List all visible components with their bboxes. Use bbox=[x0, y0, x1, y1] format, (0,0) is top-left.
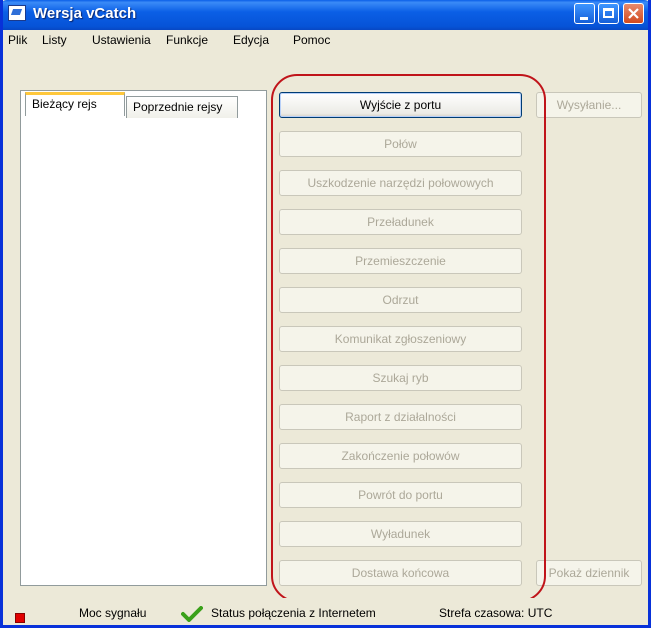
green-check-icon bbox=[181, 606, 203, 622]
notification-message-button[interactable]: Komunikat zgłoszeniowy bbox=[279, 326, 522, 352]
final-delivery-button[interactable]: Dostawa końcowa bbox=[279, 560, 522, 586]
landing-button[interactable]: Wyładunek bbox=[279, 521, 522, 547]
search-fish-button[interactable]: Szukaj ryb bbox=[279, 365, 522, 391]
transshipment-button[interactable]: Przeładunek bbox=[279, 209, 522, 235]
maximize-button[interactable] bbox=[598, 3, 619, 24]
menu-bar: Plik Listy Ustawienia Funkcje Edycja Pom… bbox=[3, 30, 648, 50]
close-icon bbox=[628, 8, 639, 19]
connection-status-label: Status połączenia z Internetem bbox=[211, 606, 376, 620]
close-button[interactable] bbox=[623, 3, 644, 24]
discard-button[interactable]: Odrzut bbox=[279, 287, 522, 313]
activity-report-button[interactable]: Raport z działalności bbox=[279, 404, 522, 430]
gear-damage-button[interactable]: Uszkodzenie narzędzi połowowych bbox=[279, 170, 522, 196]
minimize-button[interactable] bbox=[574, 3, 595, 24]
menu-edycja[interactable]: Edycja bbox=[233, 33, 269, 47]
window-title: Wersja vCatch bbox=[33, 5, 137, 22]
menu-listy[interactable]: Listy bbox=[42, 33, 67, 47]
relocation-button[interactable]: Przemieszczenie bbox=[279, 248, 522, 274]
app-window: Wersja vCatch Plik Listy Ustawienia Funk… bbox=[0, 0, 651, 628]
menu-plik[interactable]: Plik bbox=[8, 33, 27, 47]
return-to-port-button[interactable]: Powrót do portu bbox=[279, 482, 522, 508]
app-icon bbox=[8, 5, 26, 21]
tab-current-trip[interactable]: Bieżący rejs bbox=[25, 92, 125, 116]
menu-funkcje[interactable]: Funkcje bbox=[166, 33, 208, 47]
timezone-label: Strefa czasowa: UTC bbox=[439, 606, 553, 620]
port-departure-button[interactable]: Wyjście z portu bbox=[279, 92, 522, 118]
trip-list-panel[interactable] bbox=[20, 90, 267, 586]
red-square-icon bbox=[15, 613, 25, 623]
title-bar[interactable]: Wersja vCatch bbox=[3, 0, 648, 30]
signal-strength-label: Moc sygnału bbox=[79, 606, 147, 620]
catch-button[interactable]: Połów bbox=[279, 131, 522, 157]
show-log-button[interactable]: Pokaż dziennik bbox=[536, 560, 642, 586]
menu-ustawienia[interactable]: Ustawienia bbox=[92, 33, 151, 47]
tab-previous-trips[interactable]: Poprzednie rejsy bbox=[126, 96, 238, 118]
menu-pomoc[interactable]: Pomoc bbox=[293, 33, 330, 47]
end-of-fishing-button[interactable]: Zakończenie połowów bbox=[279, 443, 522, 469]
send-button[interactable]: Wysyłanie... bbox=[536, 92, 642, 118]
status-bar: Moc sygnału Status połączenia z Internet… bbox=[3, 598, 648, 625]
maximize-icon bbox=[603, 8, 614, 18]
minimize-icon bbox=[580, 17, 588, 20]
